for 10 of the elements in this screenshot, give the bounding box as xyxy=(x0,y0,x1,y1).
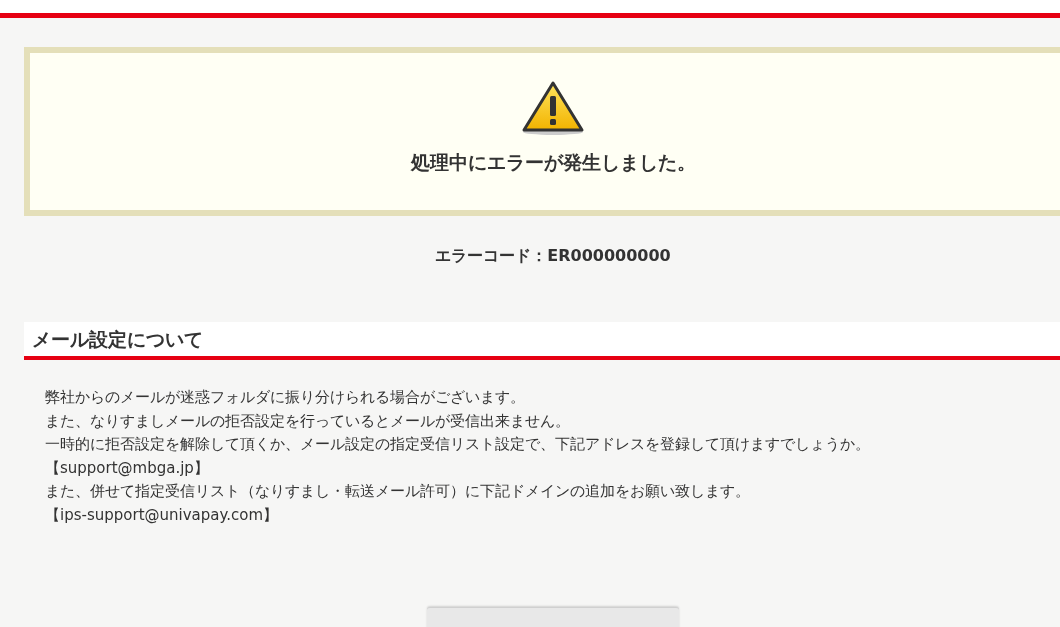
warning-icon xyxy=(521,80,585,136)
body-text: また、なりすましメールの拒否設定を行っているとメールが受信出来ません。 xyxy=(45,410,571,432)
body-text: また、併せて指定受信リスト（なりすまし・転送メール許可）に下記ドメインの追加をお願い致します。 xyxy=(45,481,751,502)
section-heading: メール設定について xyxy=(24,322,1060,360)
body-text: 【ips-support@univapay.com】 xyxy=(45,504,279,526)
error-code: エラーコード：ER000000000 xyxy=(434,246,672,267)
body-text: 弊社からのメールが迷惑フォルダに振り分けられる場合がございます。 xyxy=(45,387,526,408)
body-text: 一時的に拒否設定を解除して頂くか、メール設定の指定受信リスト設定で、下記アドレスを登録して頂けますでしょうか。 xyxy=(45,434,871,455)
error-message: 処理中にエラーが発生しました。 xyxy=(410,150,696,175)
body-text: 【support@mbga.jp】 xyxy=(45,457,210,479)
